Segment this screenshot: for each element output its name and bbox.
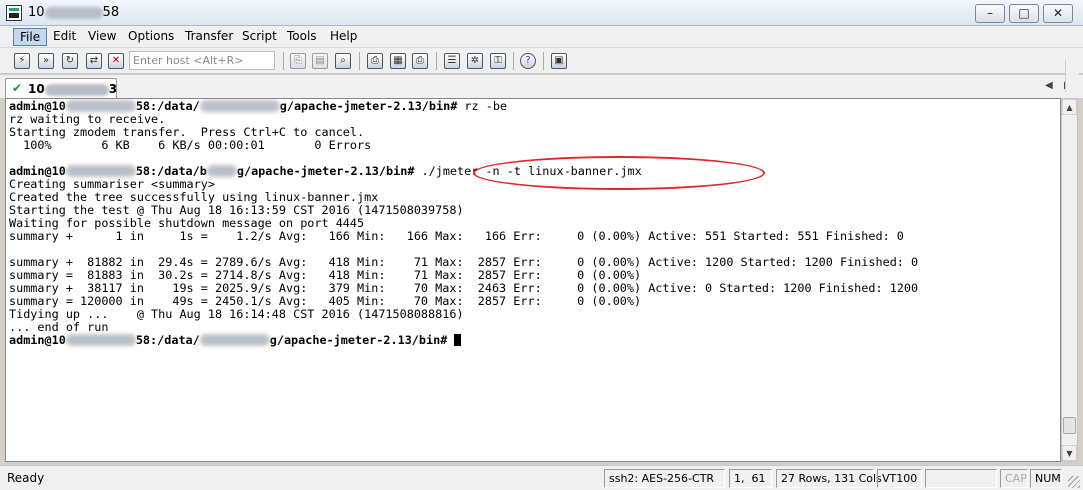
redacted-ip-blur <box>44 83 109 96</box>
find-icon[interactable]: ⌕ <box>335 53 351 69</box>
keymap-icon[interactable]: ⚿ <box>490 53 506 69</box>
menu-edit[interactable]: Edit <box>47 28 82 46</box>
status-cursor-position: 1, 61 <box>729 469 772 488</box>
status-caps-lock: CAP <box>1000 469 1028 488</box>
redacted-ip-blur <box>65 334 136 346</box>
session-options-icon[interactable]: ☰ <box>444 53 460 69</box>
connected-check-icon: ✔ <box>12 81 23 95</box>
print-icon[interactable]: ⎙ <box>412 53 428 69</box>
status-num-lock: NUM <box>1030 469 1062 488</box>
toolbar-separator <box>543 52 544 70</box>
scroll-up-icon[interactable]: ▲ <box>1062 99 1077 115</box>
help-icon[interactable]: ? <box>520 53 536 69</box>
status-cipher: ssh2: AES-256-CTR <box>604 469 725 488</box>
toolbar-separator <box>359 52 360 70</box>
copy-icon[interactable]: ⎘ <box>290 53 306 69</box>
redacted-ip-blur <box>65 100 136 112</box>
close-button[interactable]: ✕ <box>1043 4 1073 23</box>
status-terminal-size: 27 Rows, 131 Cols <box>776 469 882 488</box>
summary-line: summary + 1 in 1s = 1.2/s Avg: 166 Min: … <box>9 229 904 243</box>
prompt-line: admin@10 58:/data/g/apache-jmeter-2.13/bi… <box>9 334 462 347</box>
maximize-button[interactable]: □ <box>1009 4 1039 23</box>
redacted-path-blur <box>199 100 280 112</box>
paste-icon[interactable]: ▤ <box>312 53 328 69</box>
terminal-scrollbar[interactable]: ▲ ▼ <box>1061 98 1078 462</box>
command-highlight-ellipse <box>473 156 765 190</box>
enter-host-input[interactable] <box>129 51 275 70</box>
status-ready: Ready <box>7 471 45 485</box>
toolbar: ⚡ » ↻ ⇄ ✕ ⎘ ▤ ⌕ ⎙ ▦ ⎙ ☰ ✲ ⚿ ? ▣ <box>0 48 1083 74</box>
terminal-cursor <box>454 334 462 346</box>
session-tab-label: 10 3 <box>28 82 118 96</box>
toolbar-separator <box>513 52 514 70</box>
scroll-down-icon[interactable]: ▼ <box>1062 445 1077 461</box>
menu-help[interactable]: Help <box>324 28 363 46</box>
resize-grip-icon[interactable] <box>1068 476 1080 488</box>
print-preview-icon[interactable]: ▦ <box>390 53 406 69</box>
status-bar: Ready ssh2: AES-256-CTR 1, 61 27 Rows, 1… <box>0 465 1083 490</box>
tab-scroll-left-icon[interactable]: ◀ <box>1045 80 1053 91</box>
redacted-path-blur <box>199 334 270 346</box>
scrollbar-thumb[interactable] <box>1063 417 1076 434</box>
session-tab-bar: ✔ 103 ◀ ▶ <box>0 75 1083 98</box>
output-line: 100% 6 KB 6 KB/s 00:00:01 0 Errors <box>9 138 372 152</box>
minimize-button[interactable]: – <box>975 4 1005 23</box>
disconnect-icon[interactable]: ⇄ <box>86 53 102 69</box>
connect-icon[interactable]: ⚡ <box>14 53 30 69</box>
menu-bar: File Edit View Options Transfer Script T… <box>0 26 1083 48</box>
session-panel-scrollbar[interactable] <box>1065 60 1079 92</box>
status-spacer <box>925 469 997 488</box>
reconnect-icon[interactable]: ↻ <box>62 53 78 69</box>
sftp-icon[interactable]: ▣ <box>551 53 567 69</box>
terminal-output[interactable]: admin@10 58:/data/g/apache-jmeter-2.13/bi… <box>5 98 1061 462</box>
toolbar-separator <box>283 52 284 70</box>
window-title: 10 58 <box>28 5 120 20</box>
title-bar: 10 58 – □ ✕ <box>0 0 1083 26</box>
menu-script[interactable]: Script <box>236 28 283 46</box>
global-options-icon[interactable]: ✲ <box>467 53 483 69</box>
menu-transfer[interactable]: Transfer <box>179 28 239 46</box>
toolbar-separator <box>436 52 437 70</box>
redacted-path-blur <box>206 165 237 177</box>
session-tab[interactable]: ✔ 10 3 <box>5 78 117 98</box>
menu-file[interactable]: File <box>13 28 48 46</box>
print-setup-icon[interactable]: ⎙ <box>367 53 383 69</box>
status-terminal-type: VT100 <box>877 469 922 488</box>
menu-tools[interactable]: Tools <box>281 28 323 46</box>
menu-options[interactable]: Options <box>122 28 180 46</box>
menu-view[interactable]: View <box>82 28 122 46</box>
securecrt-app-icon <box>6 5 22 21</box>
redacted-ip-blur <box>44 6 103 19</box>
disconnect-all-icon[interactable]: ✕ <box>108 53 124 69</box>
quick-connect-icon[interactable]: » <box>38 53 54 69</box>
redacted-ip-blur <box>65 165 136 177</box>
